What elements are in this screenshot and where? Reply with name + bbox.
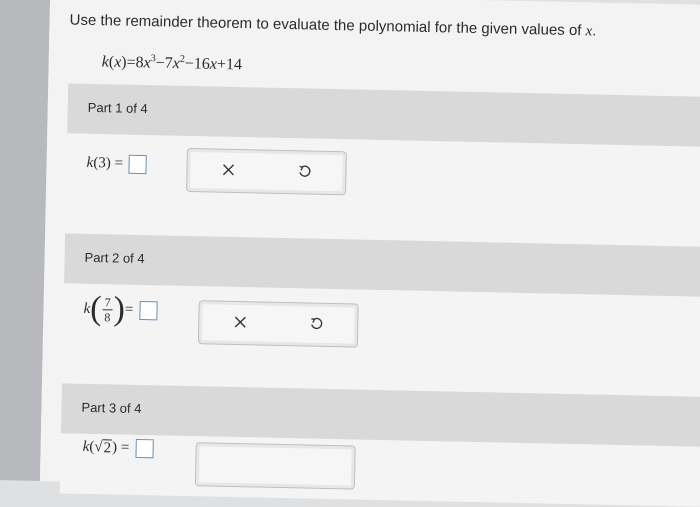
part-1-body: k(3) = (65, 133, 700, 248)
part-2-numerator: 7 (104, 294, 111, 309)
polynomial-expression: k(x)=8x3−7x2−16x+14 (101, 53, 243, 74)
term2-exp: 2 (179, 53, 186, 65)
x-icon (222, 164, 235, 176)
part-2-fraction: 7 8 (102, 294, 113, 324)
part-1-expression: k(3) = (86, 154, 148, 175)
part-2-denominator: 8 (104, 309, 111, 324)
term1-exp: 3 (150, 53, 156, 65)
part-1-toolbox (186, 147, 347, 196)
part-3-equals: = (120, 439, 130, 456)
part-1-title: Part 1 of 4 (87, 99, 148, 117)
poly-func: k (101, 53, 110, 71)
term3-coef: 16 (193, 55, 211, 73)
undo-icon (311, 317, 323, 330)
part-2-equals: = (124, 301, 134, 318)
part-1-arg: 3 (98, 155, 106, 172)
part-1-equals: = (114, 155, 124, 172)
question-suffix: . (592, 22, 597, 40)
part-3-radicand: 2 (102, 438, 113, 457)
part-3-title: Part 3 of 4 (81, 399, 142, 417)
part-1-undo-button[interactable] (295, 162, 313, 180)
part-2-expression: k ( 7 8 ) = (83, 290, 158, 328)
undo-icon (299, 165, 311, 177)
part-1-clear-button[interactable] (219, 161, 237, 179)
part-3-body: k (√ 2) = (59, 433, 700, 507)
poly-constant: 14 (225, 56, 243, 74)
x-icon (234, 316, 246, 328)
part-3-answer-input[interactable] (135, 438, 154, 459)
part-1-func: k (86, 154, 94, 171)
part-2-body: k ( 7 8 ) = (61, 283, 700, 398)
part-3-expression: k (√ 2) = (82, 438, 154, 459)
part-2-clear-button[interactable] (231, 313, 249, 331)
part-2-title: Part 2 of 4 (84, 249, 145, 267)
part-3-func: k (82, 438, 90, 455)
part-2-toolbox (197, 300, 359, 348)
part-1-answer-input[interactable] (128, 154, 148, 175)
part-2-answer-input[interactable] (139, 300, 158, 320)
part-2-undo-button[interactable] (307, 315, 325, 333)
part-3-toolbox (194, 442, 356, 490)
poly-var: x (113, 53, 122, 71)
